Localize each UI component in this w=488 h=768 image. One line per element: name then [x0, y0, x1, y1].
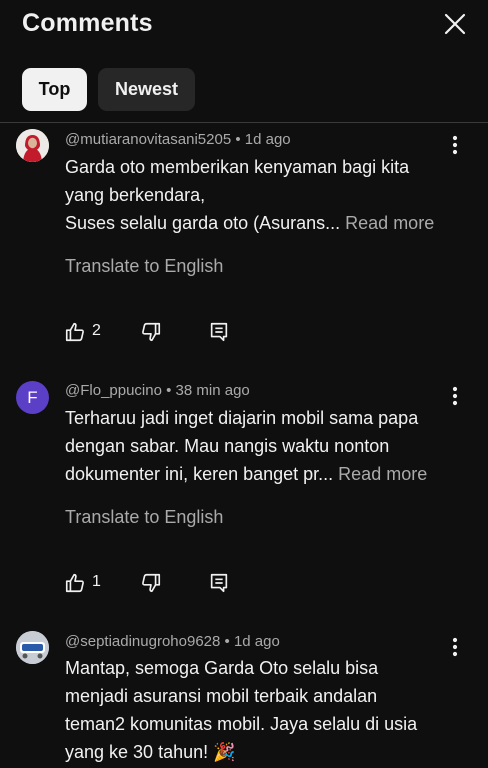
avatar-letter: F: [27, 387, 38, 407]
comment-author[interactable]: @Flo_ppucino: [65, 382, 162, 399]
avatar[interactable]: F: [16, 381, 49, 414]
translate-link[interactable]: Translate to English: [65, 256, 223, 277]
comment-meta: @Flo_ppucino • 38 min ago: [65, 382, 250, 399]
thumbs-up-icon: [65, 322, 84, 342]
comment-line-text: dokumenter ini, keren banget pr...: [65, 464, 334, 484]
comment-meta: @septiadinugroho9628 • 1d ago: [65, 633, 280, 650]
comment-text: Mantap, semoga Garda Oto selalu bisa men…: [65, 654, 455, 766]
thumbs-down-icon: [142, 322, 161, 342]
like-count: 2: [92, 322, 101, 339]
comment-line: yang berkendara,: [65, 185, 206, 205]
reply-button[interactable]: [208, 571, 230, 595]
meta-separator: •: [231, 131, 245, 148]
user-photo-icon: [16, 631, 49, 664]
comment-text: Terharuu jadi inget diajarin mobil sama …: [65, 404, 455, 488]
close-icon: [444, 13, 466, 35]
thumbs-up-icon: [65, 573, 84, 593]
like-button[interactable]: 1: [64, 571, 101, 595]
comment-line-text: Suses selalu garda oto (Asurans...: [65, 213, 341, 233]
comment-line: Suses selalu garda oto (Asurans... Read …: [65, 209, 455, 237]
comments-header: Comments: [0, 0, 488, 50]
avatar[interactable]: [16, 129, 49, 162]
meta-separator: •: [220, 633, 234, 650]
comment-line: Garda oto memberikan kenyaman bagi kita: [65, 157, 410, 177]
user-photo-icon: [16, 129, 49, 162]
comment-line: Terharuu jadi inget diajarin mobil sama …: [65, 408, 419, 428]
like-count: 1: [92, 573, 101, 590]
sort-tabs: Top Newest: [0, 68, 488, 112]
comment-time: 1d ago: [233, 633, 280, 650]
close-button[interactable]: [440, 9, 470, 39]
read-more-link[interactable]: Read more: [333, 464, 427, 484]
comment-line: dokumenter ini, keren banget pr... Read …: [65, 460, 455, 488]
more-vert-icon: [452, 135, 458, 155]
comment-meta: @mutiaranovitasani5205 • 1d ago: [65, 131, 291, 148]
comments-panel: Comments Top Newest @mutiaranovitasani52…: [0, 0, 488, 768]
comment-time: 1d ago: [244, 131, 291, 148]
comment-line: Mantap, semoga Garda Oto selalu bisa: [65, 658, 379, 678]
avatar[interactable]: [16, 631, 49, 664]
comment-author[interactable]: @septiadinugroho9628: [65, 633, 220, 650]
comment-text: Garda oto memberikan kenyaman bagi kita …: [65, 153, 455, 237]
comment-reply-icon: [210, 573, 228, 593]
translate-link[interactable]: Translate to English: [65, 507, 223, 528]
comment-actions: 2: [64, 320, 264, 346]
comment-author[interactable]: @mutiaranovitasani5205: [65, 131, 231, 148]
panel-title: Comments: [22, 9, 153, 37]
reply-button[interactable]: [208, 320, 230, 344]
dislike-button[interactable]: [140, 320, 162, 344]
comment-reply-icon: [210, 322, 228, 342]
thumbs-down-icon: [142, 573, 161, 593]
read-more-link[interactable]: Read more: [340, 213, 434, 233]
tab-newest[interactable]: Newest: [98, 68, 195, 111]
comment-line: menjadi asuransi mobil terbaik andalan: [65, 686, 378, 706]
comment-line: teman2 komunitas mobil. Jaya selalu di u…: [65, 714, 418, 734]
tab-top[interactable]: Top: [22, 68, 87, 111]
comment-line: dengan sabar. Mau nangis waktu nonton: [65, 436, 390, 456]
more-vert-icon: [452, 386, 458, 406]
comment-time: 38 min ago: [175, 382, 250, 399]
meta-separator: •: [161, 382, 176, 399]
comment-line: yang ke 30 tahun! 🎉: [65, 742, 236, 762]
comment-actions: 1: [64, 571, 264, 597]
header-divider: [0, 122, 488, 123]
like-button[interactable]: 2: [64, 320, 101, 344]
dislike-button[interactable]: [140, 571, 162, 595]
